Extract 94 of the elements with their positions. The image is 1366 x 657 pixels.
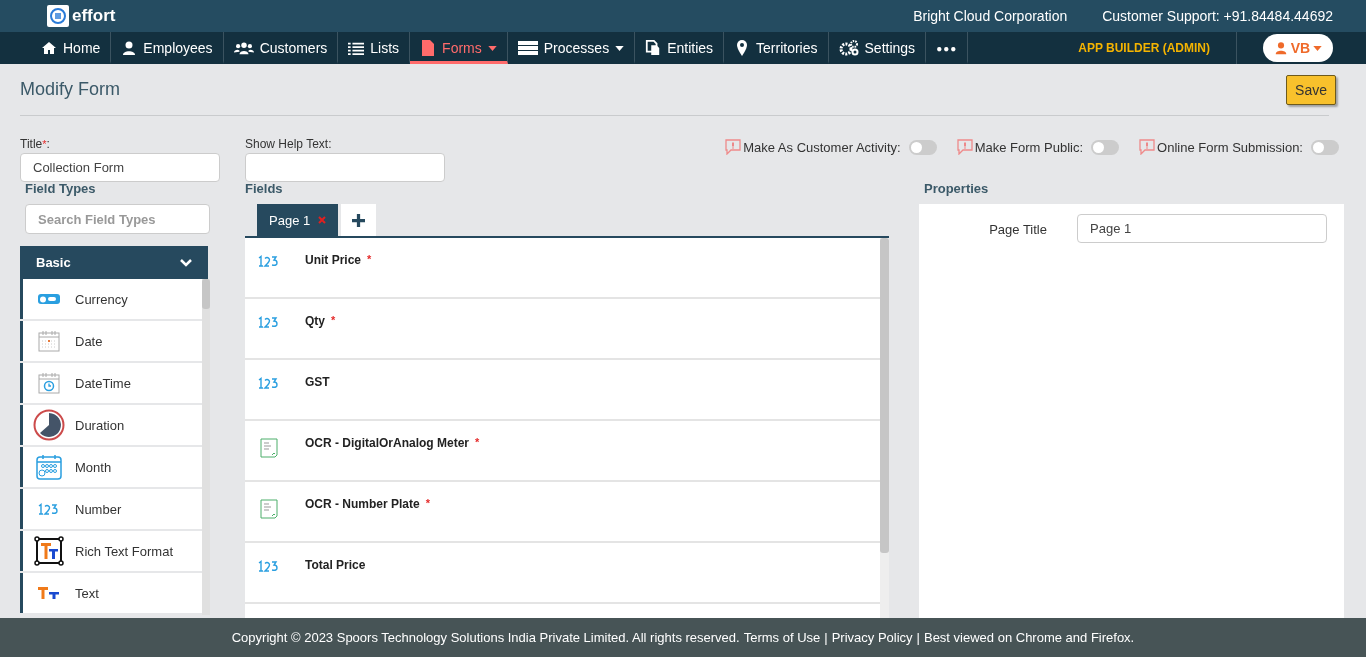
- text-format-icon: [34, 536, 64, 566]
- calendar-icon: [38, 330, 60, 352]
- settings-icon: [838, 40, 859, 56]
- server-icon: [517, 40, 538, 56]
- home-icon: [41, 40, 57, 56]
- close-icon[interactable]: [318, 216, 327, 224]
- user-icon: [121, 40, 138, 56]
- info-icon: [956, 139, 973, 155]
- nav-tab[interactable]: Settings: [828, 32, 927, 64]
- company-name: Bright Cloud Corporation: [913, 8, 1068, 24]
- calendar-icon: [35, 453, 63, 481]
- caret-icon: [615, 45, 625, 51]
- section-heading: Field Types: [24, 181, 97, 196]
- list-icon: [348, 40, 365, 56]
- field-label: Page Title: [988, 222, 1047, 237]
- footer-text: Best viewed on Chrome and Firefox.: [923, 630, 1135, 645]
- field-type-item[interactable]: DateTime: [20, 363, 203, 403]
- footer-text: |: [824, 630, 828, 645]
- field-row[interactable]: OCR - Number Plate *: [245, 482, 880, 543]
- footer-text: Privacy Policy: [831, 630, 913, 645]
- field-type-item[interactable]: Text: [20, 573, 203, 613]
- caret-icon: [487, 45, 497, 51]
- text-icon: [37, 586, 61, 600]
- field-label: Title*:: [20, 137, 51, 151]
- nav-tab[interactable]: Forms: [410, 32, 508, 64]
- number-icon: [257, 316, 281, 328]
- nav-tab[interactable]: Home: [30, 32, 112, 64]
- calendar-clock-icon: [38, 372, 60, 394]
- field-type-item[interactable]: Number: [20, 489, 203, 529]
- caret-icon: [1313, 45, 1323, 51]
- brand-name: effort: [72, 6, 116, 26]
- toggle-label: Online Form Submission:: [1157, 139, 1303, 155]
- nav-tab[interactable]: Entities: [635, 32, 725, 64]
- nav-tab[interactable]: Lists: [338, 32, 411, 64]
- nav-tab[interactable]: Territories: [724, 32, 829, 64]
- required-mark: *: [425, 497, 430, 509]
- number-icon: [37, 503, 61, 515]
- page-title: Modify Form: [20, 79, 120, 100]
- save-button[interactable]: Save: [1286, 74, 1336, 105]
- field-row[interactable]: Total Price: [245, 543, 880, 604]
- section-heading: Fields: [245, 181, 284, 196]
- scrollbar-thumb[interactable]: [880, 238, 889, 553]
- user-icon: [1273, 41, 1288, 55]
- field-row[interactable]: GST: [245, 360, 880, 421]
- plus-icon: [352, 213, 366, 227]
- toggle-label: Make Form Public:: [974, 139, 1084, 155]
- field-label: Show Help Text:: [245, 137, 333, 151]
- footer-text: |: [916, 630, 920, 645]
- role-label: APP BUILDER (ADMIN): [1078, 32, 1237, 64]
- section-heading: Properties: [923, 181, 990, 196]
- field-type-item[interactable]: Rich Text Format: [20, 531, 203, 571]
- info-icon: [725, 139, 742, 155]
- required-mark: *: [475, 436, 480, 448]
- field-row[interactable]: Qty *: [245, 299, 880, 360]
- more-menu[interactable]: ●●●: [926, 32, 969, 64]
- field-type-item[interactable]: Currency: [20, 279, 203, 319]
- number-icon: [257, 560, 281, 572]
- page-title-input[interactable]: Page 1: [1077, 214, 1327, 243]
- title-input[interactable]: Collection Form: [20, 153, 220, 182]
- page-tab[interactable]: Page 1: [257, 204, 339, 236]
- support-phone: Customer Support: +91.84484.44692: [1102, 8, 1333, 24]
- file-icon: [420, 40, 437, 56]
- required-mark: *: [331, 314, 336, 326]
- required-mark: *: [367, 253, 372, 265]
- field-row[interactable]: OCR - DigitalOrAnalog Meter *: [245, 421, 880, 482]
- add-page-button[interactable]: [341, 204, 377, 236]
- toggle-switch[interactable]: [1091, 139, 1120, 155]
- users-icon: [233, 40, 254, 56]
- number-icon: [257, 377, 281, 389]
- group-header[interactable]: Basic: [20, 246, 208, 279]
- toggle-switch[interactable]: [908, 139, 937, 155]
- footer-text: Terms of Use: [743, 630, 821, 645]
- document-icon: [257, 499, 281, 519]
- field-type-item[interactable]: Month: [20, 447, 203, 487]
- field-row[interactable]: Unit Price *: [245, 238, 880, 299]
- scrollbar-thumb[interactable]: [202, 279, 210, 309]
- nav-tab[interactable]: Employees: [111, 32, 224, 64]
- clock-icon: [33, 409, 65, 441]
- logo-icon: [47, 5, 69, 27]
- banknote-icon: [37, 293, 61, 305]
- number-icon: [257, 255, 281, 267]
- toggle-switch[interactable]: [1311, 139, 1339, 155]
- nav-tab[interactable]: Customers: [223, 32, 339, 64]
- nav-tab[interactable]: Processes: [507, 32, 636, 64]
- chevron-icon: [180, 258, 192, 267]
- toggle-label: Make As Customer Activity:: [743, 139, 901, 155]
- footer-text: Copyright © 2023 Spoors Technology Solutions India Private Limited. All rights reserved.: [231, 630, 740, 645]
- documents-icon: [645, 40, 662, 56]
- document-icon: [257, 438, 281, 458]
- help-text-input[interactable]: [245, 153, 445, 182]
- field-type-item[interactable]: Duration: [20, 405, 203, 445]
- field-type-item[interactable]: Date: [20, 321, 203, 361]
- info-icon: [1139, 139, 1156, 155]
- search-field[interactable]: Search Field Types: [25, 204, 210, 234]
